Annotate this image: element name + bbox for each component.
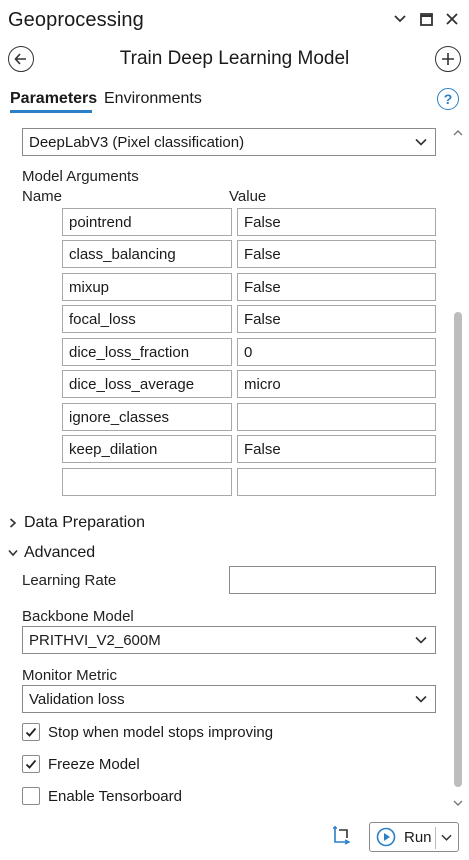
add-button[interactable]	[435, 46, 461, 72]
checkbox-label: Stop when model stops improving	[48, 723, 274, 741]
window-title: Geoprocessing	[8, 8, 144, 31]
chevron-down-icon	[415, 695, 427, 703]
argument-value-cell[interactable]: False	[237, 240, 436, 268]
argument-value-cell[interactable]	[237, 403, 436, 431]
model-type-value: DeepLabV3 (Pixel classification)	[29, 133, 245, 151]
argument-name-cell[interactable]: focal_loss	[62, 305, 232, 333]
monitor-metric-label: Monitor Metric	[22, 667, 118, 684]
argument-name-cell[interactable]: class_balancing	[62, 240, 232, 268]
tab-environments[interactable]: Environments	[104, 90, 202, 108]
active-tab-indicator	[10, 110, 92, 113]
chevron-down-icon[interactable]	[391, 10, 409, 28]
parameters-panel: ‾‾‾‾‾‾‾‾‾‾‾‾‾‾‾‾‾‾‾‾‾‾‾‾‾‾‾‾‾‾ DeepLabV3…	[0, 122, 450, 818]
argument-value-cell[interactable]: False	[237, 273, 436, 301]
monitor-metric-value: Validation loss	[29, 690, 125, 708]
chevron-down-icon	[8, 549, 18, 557]
chevron-right-icon	[9, 518, 17, 528]
freeze-model-checkbox[interactable]	[22, 755, 40, 773]
argument-name-cell[interactable]: mixup	[62, 273, 232, 301]
argument-value-cell[interactable]: micro	[237, 370, 436, 398]
freeze-model-checkbox-row[interactable]: Freeze Model	[22, 755, 140, 773]
argument-name-cell[interactable]: ignore_classes	[62, 403, 232, 431]
section-label: Advanced	[24, 544, 96, 561]
help-icon[interactable]: ?	[437, 88, 459, 110]
run-button-label: Run	[404, 828, 432, 846]
enable-tensorboard-checkbox-row[interactable]: Enable Tensorboard	[22, 787, 182, 805]
monitor-metric-select[interactable]: Validation loss	[22, 685, 436, 713]
chevron-down-icon[interactable]	[441, 832, 452, 843]
name-column-header: Name	[22, 188, 63, 205]
close-icon[interactable]	[443, 10, 461, 28]
checkbox-label: Freeze Model	[48, 755, 140, 773]
argument-name-cell[interactable]: pointrend	[62, 208, 232, 236]
chevron-down-icon	[415, 138, 427, 146]
argument-name-cell[interactable]: keep_dilation	[62, 435, 232, 463]
model-type-select[interactable]: DeepLabV3 (Pixel classification)	[22, 128, 436, 156]
scrollbar-thumb[interactable]	[454, 312, 462, 787]
backbone-model-label: Backbone Model	[22, 608, 134, 625]
export-script-icon[interactable]	[329, 824, 353, 848]
learning-rate-input[interactable]	[229, 566, 436, 594]
argument-value-cell[interactable]: False	[237, 435, 436, 463]
stop-when-improving-checkbox-row[interactable]: Stop when model stops improving	[22, 723, 273, 741]
argument-value-cell[interactable]: False	[237, 208, 436, 236]
section-data-preparation[interactable]: Data Preparation	[8, 514, 145, 532]
argument-value-cell[interactable]: False	[237, 305, 436, 333]
argument-value-cell[interactable]	[237, 468, 436, 496]
checkmark-icon	[25, 727, 37, 737]
section-label: Data Preparation	[24, 514, 145, 531]
argument-name-cell[interactable]: dice_loss_average	[62, 370, 232, 398]
checkbox-label: Enable Tensorboard	[48, 787, 182, 805]
enable-tensorboard-checkbox[interactable]	[22, 787, 40, 805]
backbone-model-select[interactable]: PRITHVI_V2_600M	[22, 626, 436, 654]
argument-name-cell[interactable]: dice_loss_fraction	[62, 338, 232, 366]
footer-bar: Run	[0, 818, 469, 860]
scroll-down-icon[interactable]	[453, 798, 463, 808]
vertical-scrollbar[interactable]	[450, 122, 466, 818]
plus-icon	[442, 53, 454, 65]
tab-parameters[interactable]: Parameters	[10, 90, 97, 108]
section-advanced[interactable]: Advanced	[8, 544, 95, 562]
maximize-icon[interactable]	[417, 10, 435, 28]
tool-header: Train Deep Learning Model	[0, 40, 469, 78]
learning-rate-label: Learning Rate	[22, 572, 117, 589]
run-button[interactable]: Run	[369, 822, 459, 852]
run-button-divider	[435, 827, 436, 849]
argument-value-cell[interactable]: 0	[237, 338, 436, 366]
tab-bar: Parameters Environments	[0, 86, 469, 120]
chevron-down-icon	[415, 636, 427, 644]
model-arguments-label: Model Arguments	[22, 168, 139, 185]
value-column-header: Value	[229, 188, 267, 205]
tool-title: Train Deep Learning Model	[119, 48, 350, 69]
checkmark-icon	[25, 759, 37, 769]
scroll-up-icon[interactable]	[453, 128, 463, 138]
argument-name-cell[interactable]	[62, 468, 232, 496]
backbone-model-value: PRITHVI_V2_600M	[29, 631, 161, 649]
play-icon	[376, 827, 396, 847]
stop-when-improving-checkbox[interactable]	[22, 723, 40, 741]
window-controls	[391, 10, 461, 28]
